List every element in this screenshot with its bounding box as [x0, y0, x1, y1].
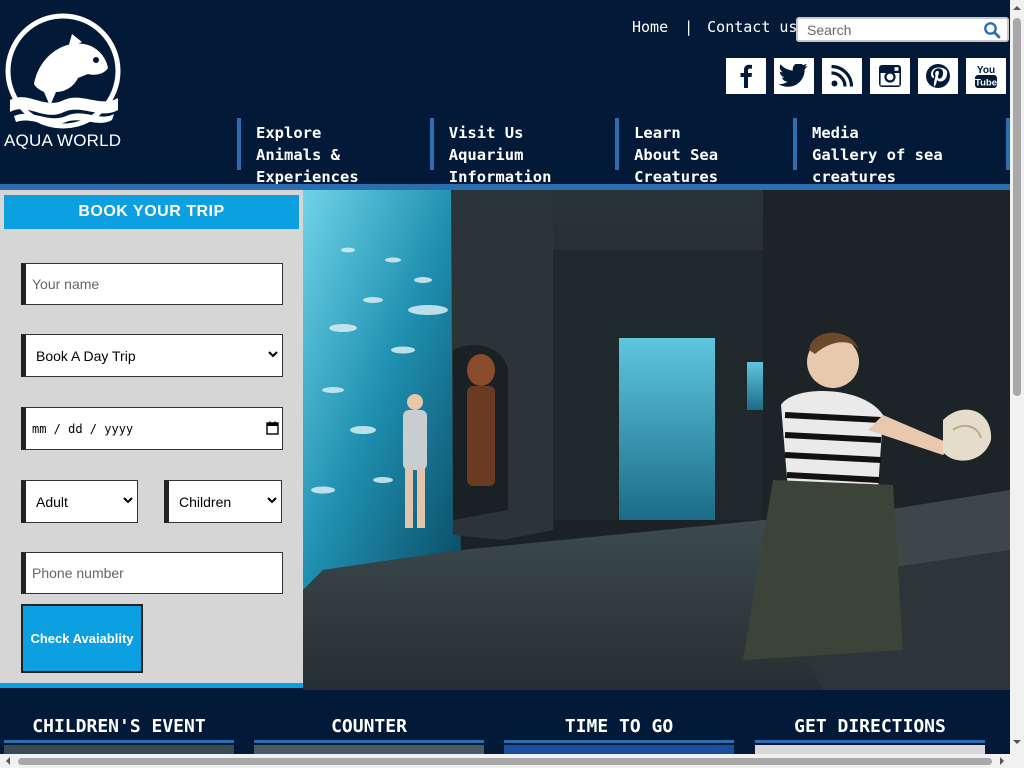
search-box — [796, 17, 1009, 42]
horizontal-scroll-thumb[interactable] — [18, 758, 992, 765]
card-divider — [4, 740, 234, 743]
facebook-icon[interactable] — [726, 58, 766, 94]
card-divider — [504, 740, 734, 743]
nav-item-title: Visit Us — [448, 124, 524, 142]
nav-item-media[interactable]: Media Gallery of sea creatures — [793, 118, 1010, 186]
contact-link[interactable]: Contact us — [707, 18, 797, 36]
scroll-up-icon[interactable] — [1013, 4, 1021, 12]
nav-item-title: Explore — [256, 124, 322, 142]
svg-text:Tube: Tube — [975, 78, 997, 89]
children-select[interactable]: Children — [164, 480, 282, 523]
card-title: COUNTER — [331, 716, 407, 737]
scroll-left-icon[interactable] — [4, 757, 12, 765]
search-icon[interactable] — [983, 21, 1001, 39]
phone-input-placeholder: Phone number — [32, 565, 124, 581]
nav-item-explore[interactable]: Explore Animals & Experiences — [237, 118, 430, 186]
main-nav: Explore Animals & Experiences Visit Us A… — [237, 118, 1010, 186]
card-title: CHILDREN'S EVENT — [32, 716, 206, 737]
nav-item-title: Learn — [634, 124, 681, 142]
link-separator: | — [684, 18, 694, 36]
chevron-down-icon — [267, 497, 277, 504]
nav-item-learn[interactable]: Learn About Sea Creatures — [615, 118, 793, 186]
top-links: Home | Contact us — [632, 16, 797, 38]
horizontal-scrollbar[interactable] — [0, 754, 1010, 768]
home-link[interactable]: Home — [632, 18, 668, 36]
name-input-placeholder: Your name — [32, 276, 100, 292]
calendar-icon[interactable] — [266, 421, 279, 435]
vertical-scroll-thumb[interactable] — [1013, 18, 1021, 396]
booking-form: BOOK YOUR TRIP Your name Book A Day Trip… — [0, 190, 303, 688]
hero-image — [303, 190, 1010, 691]
trip-type-value: Book A Day Trip — [36, 347, 136, 364]
pinterest-icon[interactable] — [918, 58, 958, 94]
svg-text:You: You — [977, 65, 995, 76]
card-title: GET DIRECTIONS — [794, 716, 946, 737]
trip-type-select[interactable]: Book A Day Trip — [21, 334, 283, 377]
name-input[interactable]: Your name — [21, 263, 283, 305]
check-availability-button[interactable]: Check Avaiablity — [21, 604, 143, 673]
brand-name: AQUA WORLD — [4, 131, 122, 150]
social-links: You Tube — [726, 58, 1006, 94]
vertical-scrollbar[interactable] — [1010, 0, 1024, 768]
scroll-down-icon[interactable] — [1013, 738, 1021, 746]
youtube-icon[interactable]: You Tube — [966, 58, 1006, 94]
nav-item-visit-us[interactable]: Visit Us Aquarium Information — [429, 118, 615, 186]
adult-select[interactable]: Adult — [21, 480, 138, 523]
nav-item-subtitle: Animals & Experiences — [256, 146, 359, 186]
rss-icon[interactable] — [822, 58, 862, 94]
nav-item-subtitle: About Sea Creatures — [634, 146, 719, 186]
chevron-down-icon — [268, 351, 278, 358]
search-input[interactable] — [798, 19, 968, 40]
card-divider — [755, 740, 985, 743]
chevron-down-icon — [123, 497, 133, 504]
scroll-right-icon[interactable] — [998, 757, 1006, 765]
site-header: AQUA WORLD Home | Contact us You — [0, 0, 1010, 186]
nav-item-subtitle: Gallery of sea creatures — [812, 146, 943, 186]
phone-input[interactable]: Phone number — [21, 552, 283, 594]
date-placeholder: mm / dd / yyyy — [32, 421, 134, 436]
date-input[interactable]: mm / dd / yyyy — [21, 407, 283, 450]
adult-value: Adult — [36, 493, 68, 510]
nav-item-subtitle: Aquarium Information — [448, 146, 552, 186]
booking-title: BOOK YOUR TRIP — [4, 195, 299, 229]
nav-item-title: Media — [812, 124, 859, 142]
instagram-icon[interactable] — [870, 58, 910, 94]
children-value: Children — [179, 493, 232, 510]
card-title: TIME TO GO — [564, 716, 674, 737]
twitter-icon[interactable] — [774, 58, 814, 94]
card-divider — [254, 740, 484, 743]
